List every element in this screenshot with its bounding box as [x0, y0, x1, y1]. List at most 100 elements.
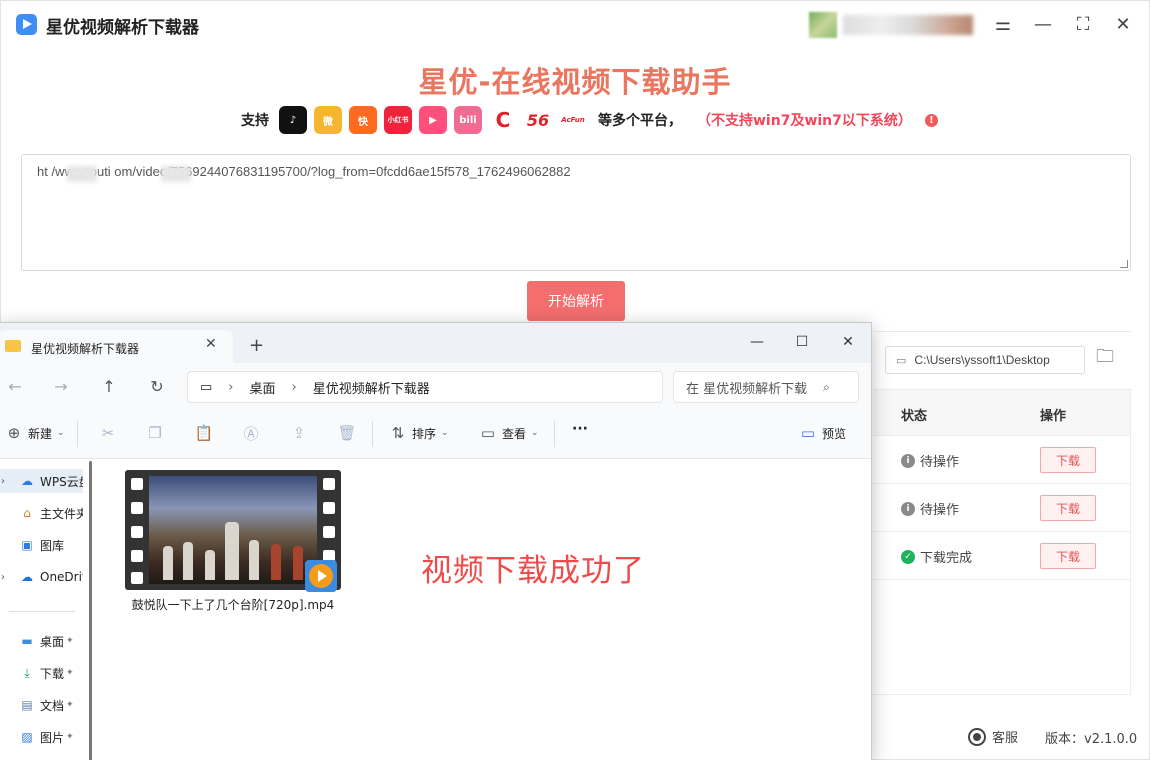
sidebar-item-onedrive[interactable]: › ☁ OneDrive — [0, 565, 83, 589]
open-folder-icon[interactable]: 🗀 — [1094, 346, 1116, 370]
acfun-icon: AcFun — [559, 106, 587, 134]
resize-grip-icon[interactable] — [1120, 260, 1128, 268]
picture-icon: ▨ — [21, 730, 33, 744]
table-row: i 待操作 下载 — [873, 484, 1130, 532]
file-explorer-window: 星优视频解析下载器 ✕ + — ☐ ✕ ← → ↑ ↻ ▭ › 桌面 › 星优视… — [0, 322, 872, 760]
address-bar[interactable]: ▭ › 桌面 › 星优视频解析下载器 — [187, 371, 663, 403]
explorer-tab-bar: 星优视频解析下载器 ✕ + — ☐ ✕ — [0, 323, 871, 363]
copy-icon[interactable]: ❐ — [146, 424, 164, 442]
chevron-right-icon: › — [228, 379, 234, 395]
url-textarea[interactable]: ht /www.touti om/video/75692440768311957… — [21, 154, 1131, 271]
rename-icon[interactable]: Ⓐ — [242, 424, 260, 443]
task-table: 状态 操作 i 待操作 下载 i 待操作 下载 ✓ 下载完成 下载 — [873, 389, 1131, 695]
sidebar-item-desktop[interactable]: ▬ 桌面 ✦ — [0, 629, 83, 653]
cloud-icon: ☁ — [21, 474, 33, 488]
performer-figure — [205, 550, 215, 580]
sort-icon: ⇅ — [391, 424, 405, 442]
close-icon[interactable]: ✕ — [833, 329, 863, 355]
maximize-icon[interactable]: ⛶ — [1071, 12, 1095, 36]
info-icon[interactable]: ! — [924, 113, 938, 127]
sidebar-item-home[interactable]: ⌂ 主文件夹 — [0, 501, 83, 525]
search-placeholder: 在 星优视频解析下载 — [686, 381, 808, 397]
sidebar-scrollbar[interactable] — [89, 461, 92, 760]
new-button[interactable]: ⊕ 新建 ⌄ — [5, 424, 65, 442]
refresh-icon[interactable]: ↻ — [147, 376, 167, 396]
customer-service-link[interactable]: 客服 — [968, 727, 1018, 746]
url-redaction — [161, 166, 191, 182]
paste-icon[interactable]: 📋 — [195, 424, 214, 442]
sidebar-item-wps-cloud[interactable]: › ☁ WPS云盘 — [0, 469, 83, 493]
status-text: 下载完成 — [920, 551, 973, 566]
user-avatar[interactable] — [809, 12, 837, 38]
video-frame — [149, 476, 317, 584]
film-sprocket — [131, 550, 143, 562]
sidebar-item-gallery[interactable]: ▣ 图库 — [0, 533, 83, 557]
play-icon — [309, 564, 333, 588]
performer-figure — [271, 544, 281, 580]
pin-icon: ✦ — [66, 636, 74, 646]
sidebar-item-label: 文档 — [40, 698, 65, 713]
plus-circle-icon: ⊕ — [7, 424, 21, 442]
download-button[interactable]: 下载 — [1040, 495, 1096, 521]
explorer-nav-bar: ← → ↑ ↻ ▭ › 桌面 › 星优视频解析下载器 在 星优视频解析下载 ⌕ — [0, 363, 871, 409]
breadcrumb-folder[interactable]: 星优视频解析下载器 — [313, 378, 430, 397]
back-icon[interactable]: ← — [5, 376, 25, 396]
sidebar-item-label: 桌面 — [40, 634, 65, 649]
forward-icon[interactable]: → — [51, 376, 71, 396]
delete-icon[interactable]: 🗑 — [337, 424, 356, 442]
start-parse-button[interactable]: 开始解析 — [527, 281, 625, 321]
performer-figure — [183, 542, 193, 580]
onedrive-icon: ☁ — [21, 570, 33, 584]
chevron-right-icon: › — [291, 379, 297, 395]
sidebar-item-downloads[interactable]: ⤓ 下载 ✦ — [0, 661, 83, 685]
version-text: 版本：v2.1.0.0 — [1045, 732, 1138, 747]
view-icon: ▭ — [480, 424, 496, 442]
info-icon: i — [901, 501, 915, 516]
pin-icon: ✦ — [66, 700, 74, 710]
status-column-header: 状态 — [901, 409, 928, 424]
search-input[interactable]: 在 星优视频解析下载 ⌕ — [673, 371, 859, 403]
download-icon: ⤓ — [24, 665, 30, 680]
save-path-field[interactable]: ▭ C:\Users\yssoft1\Desktop — [885, 346, 1085, 374]
settings-sliders-icon[interactable]: ⚌ — [991, 12, 1015, 36]
title-bar: 星优视频解析下载器 ⚌ — ⛶ ✕ — [1, 1, 1149, 47]
56-icon: 56 — [524, 106, 552, 134]
preview-button[interactable]: ▭ 预览 — [799, 424, 846, 442]
breadcrumb-desktop[interactable]: 桌面 — [250, 378, 276, 397]
new-tab-icon[interactable]: + — [249, 335, 264, 356]
maximize-icon[interactable]: ☐ — [787, 329, 817, 355]
divider — [554, 421, 555, 447]
share-icon[interactable]: ⇪ — [290, 424, 308, 442]
explorer-toolbar: ⊕ 新建 ⌄ ✂ ❐ 📋 Ⓐ ⇪ 🗑 ⇅ 排序 ⌄ ▭ 查看 ⌄ ··· ▭ 预… — [0, 409, 871, 459]
close-icon[interactable]: ✕ — [1111, 12, 1135, 36]
xigua-icon: ▶ — [419, 106, 447, 134]
download-button[interactable]: 下载 — [1040, 543, 1096, 569]
divider — [77, 421, 78, 447]
check-icon: ✓ — [901, 549, 915, 564]
chevron-right-icon: › — [1, 571, 5, 583]
close-tab-icon[interactable]: ✕ — [205, 336, 217, 352]
save-path-text: C:\Users\yssoft1\Desktop — [914, 353, 1050, 367]
view-label: 查看 — [502, 426, 527, 441]
sidebar-item-label: 主文件夹 — [40, 506, 83, 521]
more-options-button[interactable]: ··· — [572, 421, 588, 437]
download-button[interactable]: 下载 — [1040, 447, 1096, 473]
up-icon[interactable]: ↑ — [99, 376, 119, 396]
status-cell: ✓ 下载完成 — [901, 547, 972, 566]
cut-icon[interactable]: ✂ — [99, 424, 117, 442]
minimize-icon[interactable]: — — [742, 329, 772, 355]
chevron-down-icon: ⌄ — [441, 428, 449, 438]
chevron-right-icon: › — [1, 475, 5, 487]
minimize-icon[interactable]: — — [1031, 12, 1055, 36]
view-button[interactable]: ▭ 查看 ⌄ — [479, 424, 539, 442]
url-text: ht /www.touti om/video/75692440768311957… — [37, 164, 571, 179]
explorer-tab-title: 星优视频解析下载器 — [31, 342, 140, 356]
sidebar-item-pictures[interactable]: ▨ 图片 ✦ — [0, 725, 83, 749]
user-name-blurred[interactable] — [843, 15, 973, 35]
sidebar-item-documents[interactable]: ▤ 文档 ✦ — [0, 693, 83, 717]
xiaohongshu-icon: 小红书 — [384, 106, 412, 134]
film-sprocket — [131, 478, 143, 490]
video-file-item[interactable]: 鼓悦队一下上了几个台阶[720p].mp4 — [125, 470, 341, 613]
sort-button[interactable]: ⇅ 排序 ⌄ — [389, 424, 449, 442]
explorer-tab[interactable]: 星优视频解析下载器 ✕ — [0, 330, 233, 363]
